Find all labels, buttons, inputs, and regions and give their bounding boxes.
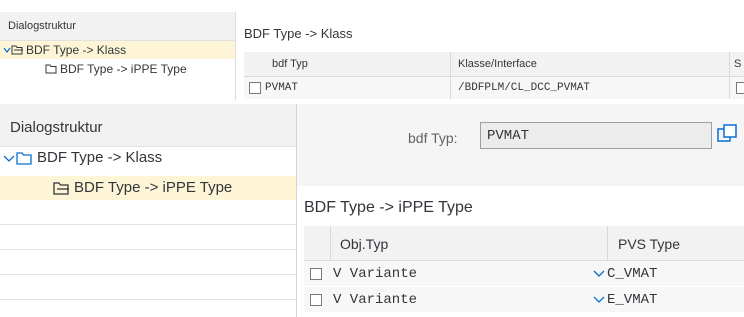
back-cell-bdf-typ: PVMAT	[265, 82, 299, 94]
table-header: Obj.Typ PVS Type	[304, 226, 744, 261]
folder-open-icon	[53, 182, 69, 195]
bdf-typ-value: PVMAT	[487, 128, 530, 144]
dialog-structure-header: Dialogstruktur	[0, 104, 296, 147]
back-col-bdf-typ[interactable]: bdf Typ	[272, 58, 308, 70]
tree-label-ippe: BDF Type -> iPPE Type	[74, 179, 233, 196]
back-tree-item-ippe[interactable]: BDF Type -> iPPE Type	[0, 60, 235, 78]
folder-icon	[45, 64, 57, 74]
row-select-checkbox[interactable]	[310, 268, 322, 280]
back-tree-item-klass[interactable]: BDF Type -> Klass	[0, 41, 235, 59]
section-title: BDF Type -> iPPE Type	[304, 199, 473, 216]
back-tree-label-ippe: BDF Type -> iPPE Type	[60, 62, 187, 76]
chevron-down-icon[interactable]	[3, 153, 15, 164]
row-select-checkbox[interactable]	[310, 294, 322, 306]
back-dialog-structure-header: Dialogstruktur	[0, 12, 235, 41]
bdf-typ-field[interactable]: PVMAT	[480, 122, 712, 149]
tree-item-klass[interactable]: BDF Type -> Klass	[0, 146, 296, 170]
back-col-klasse[interactable]: Klasse/Interface	[458, 58, 537, 70]
dialog-structure-title: Dialogstruktur	[10, 119, 103, 136]
chevron-down-icon[interactable]	[593, 270, 605, 278]
col-pvs-type[interactable]: PVS Type	[618, 236, 680, 252]
table-row[interactable]: PVMAT /BDFPLM/CL_DCC_PVMAT	[244, 77, 744, 99]
table-row[interactable]: V Variante E_VMAT	[304, 287, 744, 313]
chevron-down-icon[interactable]	[3, 46, 11, 54]
back-tree-label-klass: BDF Type -> Klass	[26, 43, 127, 57]
tree-label-klass: BDF Type -> Klass	[37, 149, 163, 166]
bdf-typ-label: bdf Typ:	[408, 130, 458, 146]
pvs-type-cell: E_VMAT	[607, 292, 658, 308]
chevron-down-icon[interactable]	[593, 296, 605, 304]
obj-typ-cell[interactable]: V Variante	[333, 292, 417, 308]
col-obj-typ[interactable]: Obj.Typ	[340, 236, 388, 252]
back-col-s[interactable]: S	[734, 58, 741, 70]
obj-typ-cell[interactable]: V Variante	[333, 266, 417, 282]
back-dialog-structure-title: Dialogstruktur	[8, 20, 76, 32]
folder-icon	[16, 152, 32, 165]
table-row[interactable]: V Variante C_VMAT	[304, 261, 744, 287]
row-select-checkbox[interactable]	[249, 82, 261, 94]
pvs-type-cell: C_VMAT	[607, 266, 658, 282]
back-table-header: bdf Typ Klasse/Interface S	[244, 52, 744, 77]
back-cell-klasse: /BDFPLM/CL_DCC_PVMAT	[458, 82, 591, 94]
back-cell-s-checkbox[interactable]	[736, 82, 744, 94]
value-help-icon[interactable]	[716, 123, 738, 147]
back-page-title: BDF Type -> Klass	[244, 26, 353, 41]
tree-item-ippe-selected[interactable]: BDF Type -> iPPE Type	[0, 176, 296, 200]
folder-open-icon	[11, 45, 23, 55]
